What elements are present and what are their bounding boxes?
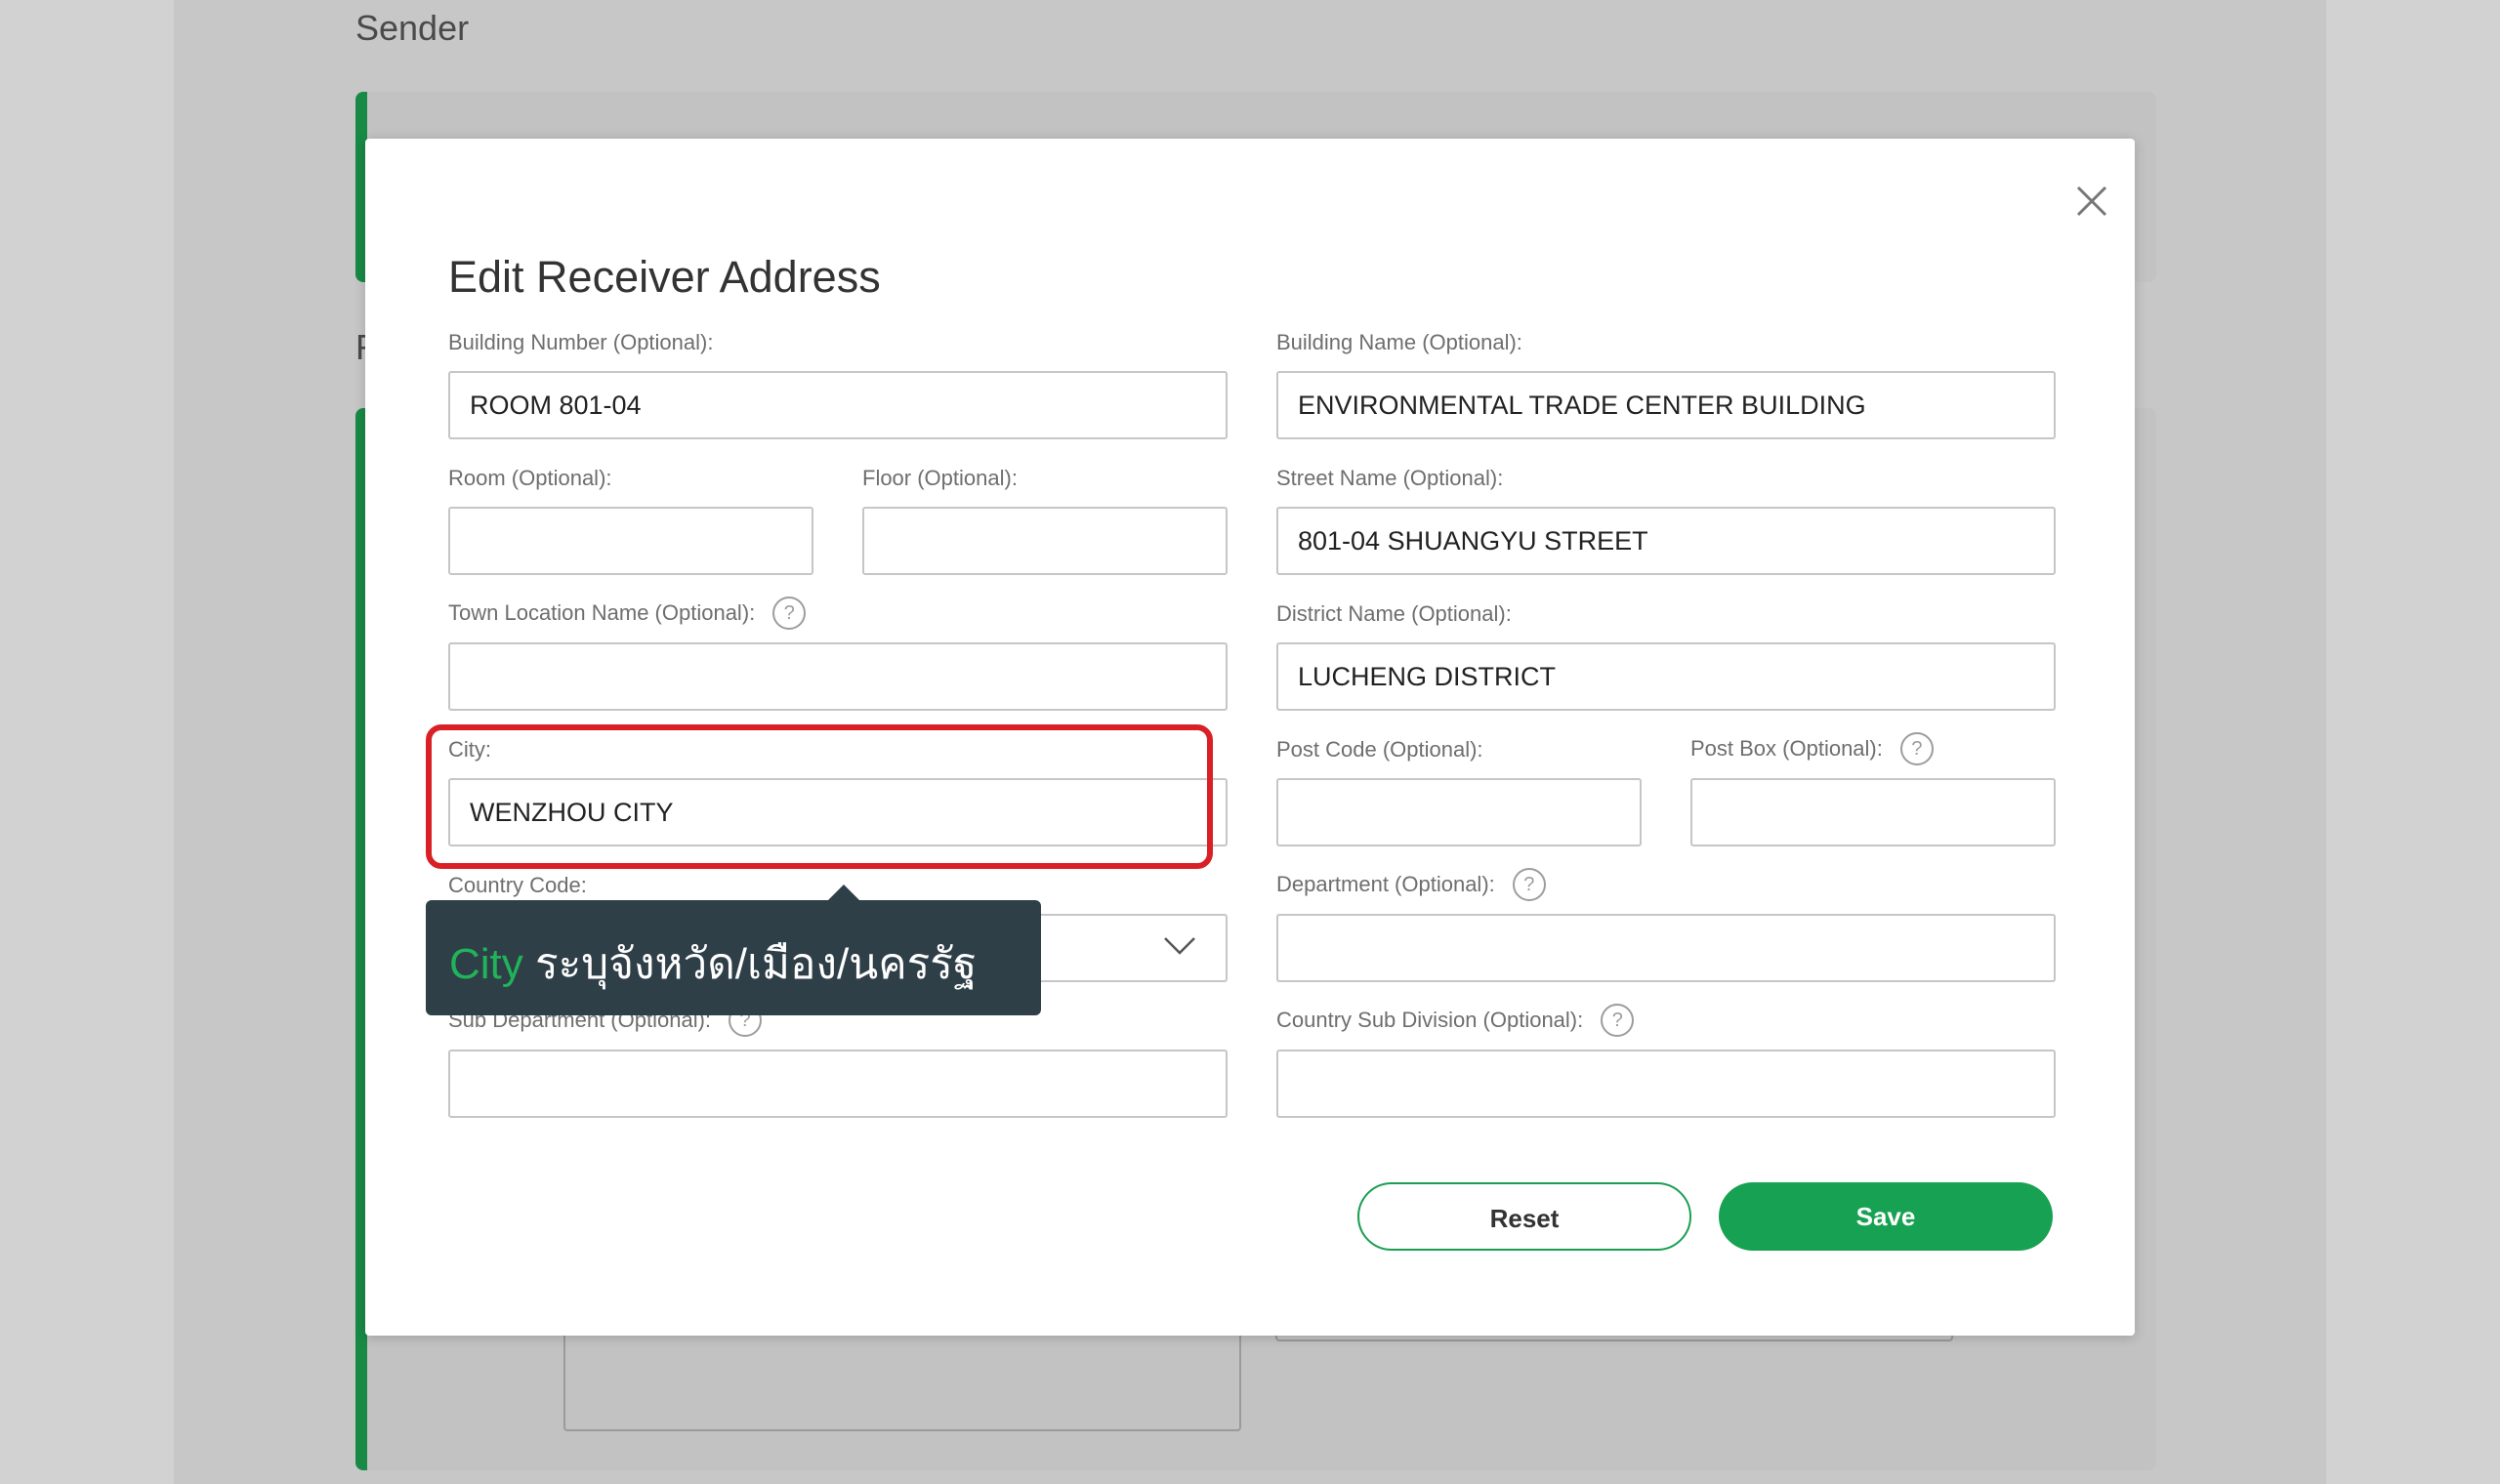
building-number-label: Building Number (Optional): [448,330,714,354]
building-name-label: Building Name (Optional): [1276,330,1522,354]
tooltip-arrow [828,885,859,900]
close-icon [2076,186,2107,217]
sender-section-title: Sender [355,8,470,48]
post-code-input[interactable] [1276,778,1642,846]
city-tooltip: City ระบุจังหวัด/เมือง/นครรัฐ [426,900,1041,1015]
district-name-label: District Name (Optional): [1276,601,1512,626]
country-code-label: Country Code: [448,873,587,897]
floor-label: Floor (Optional): [862,466,1018,490]
help-icon[interactable]: ? [1899,732,1934,765]
save-button[interactable]: Save [1719,1182,2053,1251]
country-sub-division-input[interactable] [1276,1050,2056,1118]
building-number-input[interactable]: ROOM 801-04 [448,371,1228,439]
background-input-box-bottom [1275,1336,1953,1341]
room-label: Room (Optional): [448,466,612,490]
modal-title: Edit Receiver Address [448,252,881,302]
sub-department-input[interactable] [448,1050,1228,1118]
post-box-label: Post Box (Optional):? [1690,732,1934,765]
street-name-input[interactable]: 801-04 SHUANGYU STREET [1276,507,2056,575]
help-icon[interactable]: ? [1512,868,1546,901]
edit-receiver-address-modal: Edit Receiver Address Building Number (O… [365,139,2135,1336]
tooltip-description: ระบุจังหวัด/เมือง/นครรัฐ [535,940,978,988]
help-icon[interactable]: ? [1601,1004,1635,1037]
department-label: Department (Optional):? [1276,868,1546,901]
floor-input[interactable] [862,507,1228,575]
town-location-input[interactable] [448,642,1228,711]
tooltip-text: City ระบุจังหวัด/เมือง/นครรัฐ [449,929,977,998]
background-input-box [563,1328,1241,1431]
city-highlight-box [426,724,1213,869]
close-button[interactable] [2064,174,2119,228]
post-code-label: Post Code (Optional): [1276,737,1483,762]
chevron-down-icon [1164,937,1195,955]
tooltip-keyword: City [449,940,523,988]
country-sub-division-label: Country Sub Division (Optional):? [1276,1004,1635,1037]
department-input[interactable] [1276,914,2056,982]
post-box-input[interactable] [1690,778,2056,846]
room-input[interactable] [448,507,813,575]
help-icon[interactable]: ? [772,597,807,630]
reset-button[interactable]: Reset [1357,1182,1691,1251]
district-name-input[interactable]: LUCHENG DISTRICT [1276,642,2056,711]
street-name-label: Street Name (Optional): [1276,466,1504,490]
town-location-label: Town Location Name (Optional):? [448,597,807,630]
building-name-input[interactable]: ENVIRONMENTAL TRADE CENTER BUILDING [1276,371,2056,439]
